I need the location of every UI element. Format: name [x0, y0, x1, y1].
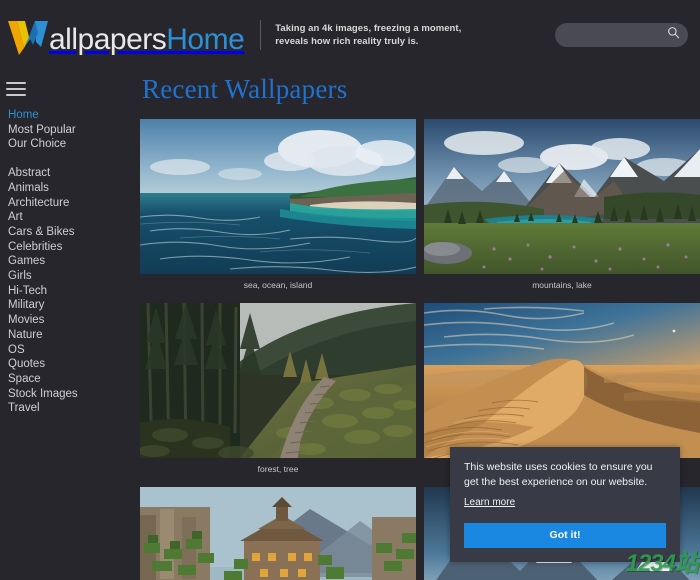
sidebar-item-military[interactable]: Military [4, 298, 140, 313]
site-tagline: Taking an 4k images, freezing a moment, … [275, 22, 462, 47]
sidebar-item-quotes[interactable]: Quotes [4, 357, 140, 372]
cookie-consent-banner: This website uses cookies to ensure you … [450, 447, 680, 562]
sidebar-item-movies[interactable]: Movies [4, 313, 140, 328]
hamburger-line [6, 88, 26, 90]
sidebar-item-stock-images[interactable]: Stock Images [4, 387, 140, 402]
sidebar-item-hi-tech[interactable]: Hi-Tech [4, 284, 140, 299]
sidebar-item-architecture[interactable]: Architecture [4, 196, 140, 211]
wallpaper-thumbnail-ocean-island[interactable] [140, 119, 416, 274]
page-title: Recent Wallpapers [142, 74, 348, 104]
wallpaper-thumbnail-desert-dunes[interactable] [424, 303, 700, 459]
search-area [555, 23, 688, 47]
sidebar-item-space[interactable]: Space [4, 372, 140, 387]
sidebar-item-games[interactable]: Games [4, 254, 140, 269]
wallpaper-card[interactable]: mountains, lake [424, 119, 700, 295]
header-divider [260, 20, 262, 50]
wallpaper-thumbnail-mountains-lake[interactable] [424, 119, 700, 274]
logo-w-mark [8, 21, 48, 55]
wallpaper-card[interactable]: sea, ocean, island [140, 119, 416, 295]
hamburger-menu-icon[interactable] [4, 78, 26, 96]
wallpaper-card[interactable]: forest, tree [140, 303, 416, 479]
sidebar-item-celebrities[interactable]: Celebrities [4, 240, 140, 255]
cookie-learn-more-link[interactable]: Learn more [464, 497, 515, 508]
cookie-message: This website uses cookies to ensure you … [464, 461, 653, 488]
cookie-accept-button[interactable]: Got it! [464, 522, 666, 548]
sidebar-nav: Home Most Popular Our Choice Abstract An… [0, 70, 140, 580]
sidebar-item-girls[interactable]: Girls [4, 269, 140, 284]
wallpaper-thumbnail-voxel-island[interactable] [140, 487, 416, 580]
wallpaper-caption: forest, tree [257, 464, 299, 475]
site-logo[interactable]: allpapers Home [8, 15, 245, 56]
hamburger-line [6, 82, 26, 84]
sidebar-item-travel[interactable]: Travel [4, 401, 140, 416]
logo-text-wallpapers: allpapers [49, 23, 167, 56]
search-icon[interactable] [667, 26, 680, 44]
sidebar-item-animals[interactable]: Animals [4, 181, 140, 196]
sidebar-item-abstract[interactable]: Abstract [4, 166, 140, 181]
wallpaper-caption: mountains, lake [532, 280, 592, 290]
sidebar-item-most-popular[interactable]: Most Popular [4, 123, 140, 138]
site-header: allpapers Home Taking an 4k images, freez… [0, 0, 700, 70]
wallpaper-card[interactable] [140, 487, 416, 580]
sidebar-item-os[interactable]: OS [4, 343, 140, 358]
sidebar-item-art[interactable]: Art [4, 210, 140, 225]
wallpaper-caption: sea, ocean, island [243, 280, 313, 290]
logo-text-home: Home [166, 23, 245, 56]
sidebar-item-cars-bikes[interactable]: Cars & Bikes [4, 225, 140, 240]
sidebar-primary-group: Home Most Popular Our Choice [4, 108, 140, 152]
sidebar-categories-group: Abstract Animals Architecture Art Cars &… [4, 166, 140, 416]
sidebar-item-home[interactable]: Home [4, 108, 140, 123]
hamburger-line [6, 94, 26, 96]
sidebar-item-nature[interactable]: Nature [4, 328, 140, 343]
search-box[interactable] [555, 23, 688, 47]
sidebar-item-our-choice[interactable]: Our Choice [4, 137, 140, 152]
wallpaper-thumbnail-forest-path[interactable] [140, 303, 416, 459]
search-input[interactable] [567, 29, 667, 41]
